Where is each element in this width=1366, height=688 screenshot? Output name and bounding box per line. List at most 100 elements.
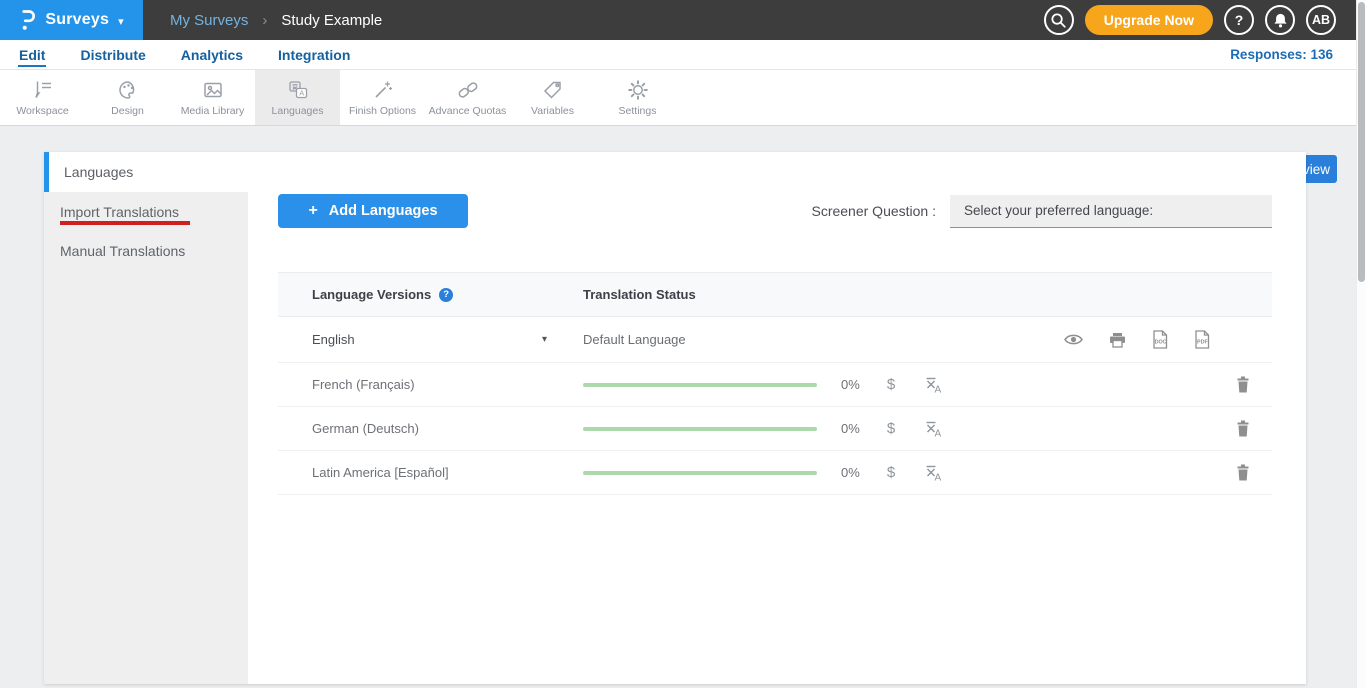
translation-percent: 0%	[841, 421, 871, 436]
chevron-down-icon: ▾	[118, 15, 124, 28]
default-row-actions: DOC PDF	[1064, 330, 1210, 349]
translate-icon: A	[925, 464, 943, 482]
workspace-icon	[31, 78, 55, 102]
eye-icon	[1064, 333, 1083, 346]
translation-progress-bar	[583, 383, 817, 387]
image-icon	[201, 78, 225, 102]
translation-percent: 0%	[841, 465, 871, 480]
sidebar-item-import-translations[interactable]: Import Translations	[44, 192, 248, 231]
translate-icon: A	[286, 78, 310, 102]
paid-translation-button[interactable]: $	[881, 464, 901, 481]
svg-text:DOC: DOC	[1155, 340, 1167, 346]
toolbar-item-design[interactable]: Design	[85, 70, 170, 125]
translation-progress-bar	[583, 471, 817, 475]
languages-panel: Languages Import Translations Manual Tra…	[44, 152, 1306, 684]
table-row-default-language: English ▾ Default Language	[278, 317, 1272, 363]
svg-text:A: A	[299, 89, 304, 98]
col-language-versions: Language Versions	[312, 287, 431, 302]
breadcrumb: My Surveys › Study Example	[170, 12, 382, 29]
delete-language-button[interactable]	[1236, 464, 1250, 481]
toolbar-item-variables[interactable]: Variables	[510, 70, 595, 125]
search-icon	[1050, 12, 1067, 29]
magic-wand-icon	[371, 78, 395, 102]
questionpro-logo-icon	[19, 8, 36, 32]
languages-table: Language Versions ? Translation Status E…	[278, 272, 1272, 495]
top-bar: Surveys ▾ My Surveys › Study Example Upg…	[0, 0, 1366, 40]
upgrade-now-button[interactable]: Upgrade Now	[1085, 5, 1213, 35]
toolbar-item-settings[interactable]: Settings	[595, 70, 680, 125]
topbar-actions: Upgrade Now ? AB	[1044, 5, 1336, 35]
add-languages-button[interactable]: + Add Languages	[278, 194, 468, 228]
delete-language-button[interactable]	[1236, 376, 1250, 393]
translation-progress-bar	[583, 427, 817, 431]
survey-nav: Edit Distribute Analytics Integration Re…	[0, 40, 1366, 70]
screener-question-select[interactable]: Select your preferred language:	[950, 195, 1272, 228]
languages-sidebar: Languages Import Translations Manual Tra…	[44, 152, 248, 684]
palette-icon	[116, 78, 140, 102]
languages-content: + Add Languages Screener Question : Sele…	[248, 152, 1306, 684]
breadcrumb-separator-icon: ›	[262, 12, 267, 29]
sidebar-item-languages[interactable]: Languages	[44, 152, 248, 192]
brand-menu[interactable]: Surveys ▾	[0, 0, 143, 40]
delete-language-button[interactable]	[1236, 420, 1250, 437]
table-row-language: Latin America [Español] 0% $ A	[278, 451, 1272, 495]
trash-icon	[1236, 420, 1250, 437]
table-row-language: German (Deutsch) 0% $ A	[278, 407, 1272, 451]
toolbar-item-advance-quotas[interactable]: Advance Quotas	[425, 70, 510, 125]
content-header: + Add Languages Screener Question : Sele…	[248, 152, 1306, 228]
help-button[interactable]: ?	[1224, 5, 1254, 35]
toolbar-item-workspace[interactable]: Workspace	[0, 70, 85, 125]
auto-translate-button[interactable]: A	[925, 464, 943, 482]
default-language-select[interactable]: English ▾	[278, 332, 583, 347]
brand-label: Surveys	[45, 11, 109, 29]
bell-icon	[1273, 12, 1288, 29]
breadcrumb-my-surveys[interactable]: My Surveys	[170, 12, 248, 29]
scrollbar-thumb[interactable]	[1358, 2, 1365, 282]
col-translation-status: Translation Status	[583, 287, 696, 302]
default-language-status: Default Language	[583, 332, 686, 347]
avatar[interactable]: AB	[1306, 5, 1336, 35]
tab-integration[interactable]: Integration	[277, 42, 351, 67]
sidebar-item-manual-translations[interactable]: Manual Translations	[44, 231, 248, 270]
toolbar-item-media-library[interactable]: Media Library	[170, 70, 255, 125]
toolbar-item-finish-options[interactable]: Finish Options	[340, 70, 425, 125]
translate-icon: A	[925, 376, 943, 394]
print-button[interactable]	[1109, 332, 1126, 348]
tab-analytics[interactable]: Analytics	[180, 42, 244, 67]
chain-links-icon	[456, 78, 480, 102]
help-icon[interactable]: ?	[439, 288, 453, 302]
svg-text:A: A	[935, 472, 942, 482]
gear-icon	[626, 78, 650, 102]
svg-text:PDF: PDF	[1197, 340, 1208, 346]
search-button[interactable]	[1044, 5, 1074, 35]
tab-distribute[interactable]: Distribute	[79, 42, 146, 67]
trash-icon	[1236, 464, 1250, 481]
doc-file-icon: DOC	[1152, 330, 1168, 349]
breadcrumb-current: Study Example	[281, 12, 382, 29]
auto-translate-button[interactable]: A	[925, 420, 943, 438]
export-doc-button[interactable]: DOC	[1152, 330, 1168, 349]
page-scrollbar[interactable]	[1356, 0, 1366, 688]
paid-translation-button[interactable]: $	[881, 420, 901, 437]
auto-translate-button[interactable]: A	[925, 376, 943, 394]
view-button[interactable]	[1064, 333, 1083, 346]
export-pdf-button[interactable]: PDF	[1194, 330, 1210, 349]
screener-question-label: Screener Question :	[811, 203, 936, 219]
question-mark-icon: ?	[1235, 12, 1244, 28]
responses-count[interactable]: Responses: 136	[1230, 47, 1333, 62]
plus-icon: +	[308, 202, 317, 220]
paid-translation-button[interactable]: $	[881, 376, 901, 393]
avatar-initials: AB	[1312, 13, 1330, 27]
tab-edit[interactable]: Edit	[18, 42, 46, 67]
svg-text:A: A	[935, 384, 942, 394]
table-row-language: French (Français) 0% $ A	[278, 363, 1272, 407]
trash-icon	[1236, 376, 1250, 393]
toolbar-item-languages[interactable]: A Languages	[255, 70, 340, 125]
notifications-button[interactable]	[1265, 5, 1295, 35]
pdf-file-icon: PDF	[1194, 330, 1210, 349]
translate-icon: A	[925, 420, 943, 438]
edit-toolbar: Workspace Design Media Library	[0, 70, 1366, 126]
printer-icon	[1109, 332, 1126, 348]
table-header: Language Versions ? Translation Status	[278, 272, 1272, 317]
chevron-down-icon: ▾	[542, 334, 547, 345]
